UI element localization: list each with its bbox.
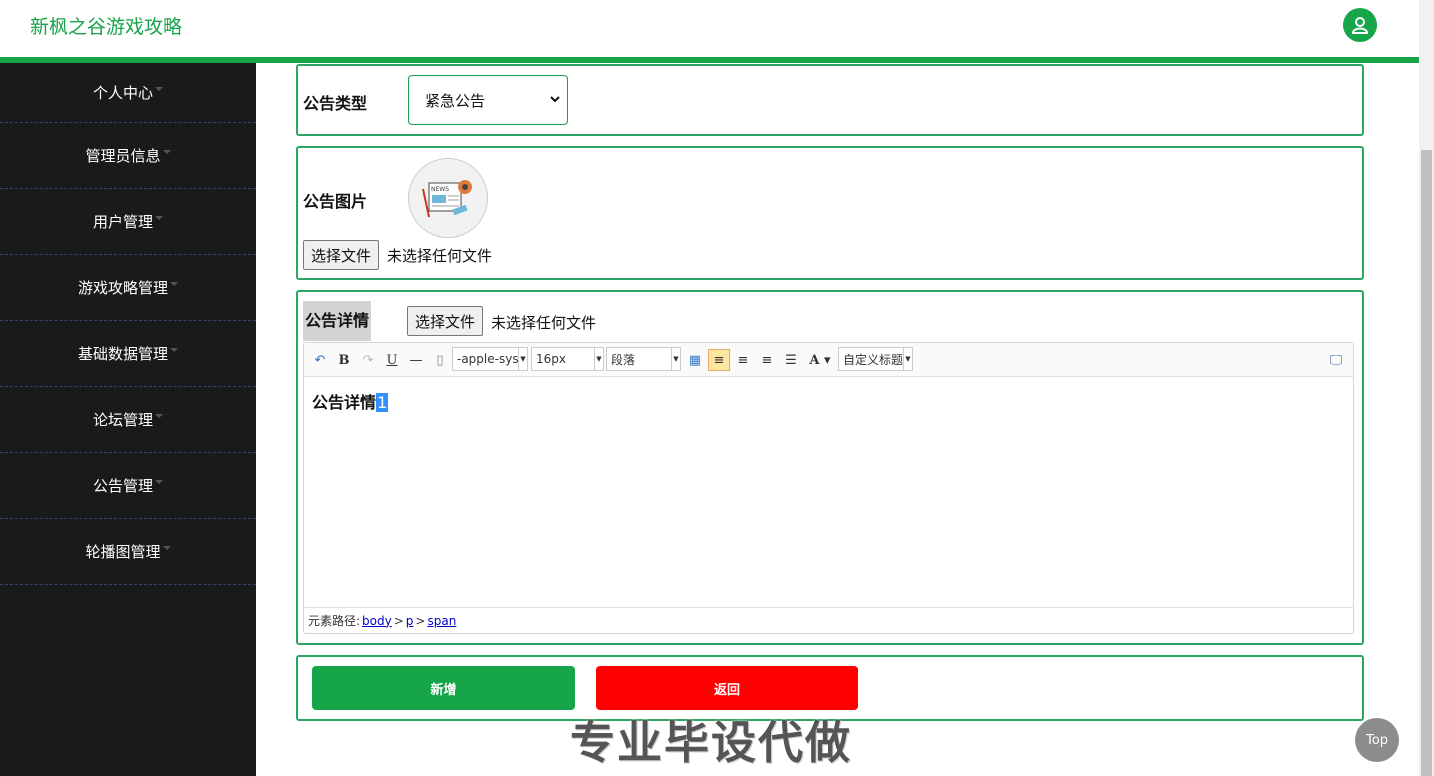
page-icon[interactable]: ▯ [430,349,450,371]
news-icon: NEWS [422,180,472,218]
sidebar-item-label: 基础数据管理 [77,345,168,363]
rich-text-editor[interactable]: ↶ B ↷ U — ▯ -apple-sys ▼ 16px ▼ 段落 ▼ ▦ ≡ ≡ … [303,342,1354,634]
svg-text:NEWS: NEWS [431,186,449,193]
caret-down-icon: ▼ [594,348,603,370]
path-span-link[interactable]: span [427,614,456,628]
bold-icon[interactable]: B [334,349,354,371]
image-file-status: 未选择任何文件 [387,247,493,265]
redo-icon[interactable]: ↷ [358,349,378,371]
font-size-value: 16px [536,352,566,366]
sidebar-item-label: 公告管理 [92,477,153,495]
notice-type-label: 公告类型 [303,94,368,113]
detail-file-status: 未选择任何文件 [491,314,597,332]
underline-icon[interactable]: U [382,349,402,371]
editor-content[interactable]: 公告详情1 [312,389,389,413]
sidebar-item-admin-info[interactable]: 管理员信息 [0,123,256,189]
undo-icon[interactable]: ↶ [310,349,330,371]
sidebar-item-forum[interactable]: 论坛管理 [0,387,256,453]
sidebar-item-label: 论坛管理 [92,411,153,429]
table-icon[interactable]: ▦ [685,349,705,371]
scrollbar-thumb[interactable] [1421,150,1432,776]
font-family-select[interactable]: -apple-sys ▼ [452,347,528,371]
sidebar-item-label: 用户管理 [92,213,153,231]
path-body-link[interactable]: body [362,614,392,628]
watermark-text: 专业毕设代做 [570,716,853,769]
notice-detail-label: 公告详情 [303,301,372,341]
sidebar-item-personal-center[interactable]: 个人中心 [0,63,256,123]
caret-down-icon [155,479,163,484]
caret-down-icon: ▼ [671,348,680,370]
sidebar-item-base-data[interactable]: 基础数据管理 [0,321,256,387]
detail-file-button[interactable]: 选择文件 [407,306,484,336]
caret-down-icon [162,149,171,154]
caret-down-icon [155,215,163,220]
sidebar-item-notice[interactable]: 公告管理 [0,453,256,519]
element-path-bar: 元素路径: body > p > span [304,607,1353,633]
sidebar-item-carousel[interactable]: 轮播图管理 [0,519,256,585]
paragraph-select[interactable]: 段落 ▼ [606,347,681,371]
caret-down-icon [170,347,178,352]
sidebar-item-guide-management[interactable]: 游戏攻略管理 [0,255,256,321]
custom-heading-select[interactable]: 自定义标题 ▼ [838,347,913,371]
back-button[interactable]: 返回 [596,666,858,710]
selected-text: 1 [376,393,389,412]
paragraph-value: 段落 [611,352,636,367]
user-icon[interactable] [1343,8,1377,42]
caret-down-icon [162,545,171,550]
notice-detail-panel: 公告详情 选择文件 未选择任何文件 ↶ B ↷ U — ▯ -apple-sys… [296,290,1364,645]
chevron-down-icon [550,96,560,103]
caret-down-icon [155,413,163,418]
caret-down-icon [155,86,163,91]
back-to-top-button[interactable]: Top [1355,718,1399,762]
horizontal-rule-icon[interactable]: — [406,349,426,371]
notice-image-panel: 公告图片 NEWS 选择文件 未选择任何文件 [296,146,1364,280]
caret-down-icon [170,281,178,286]
font-family-value: -apple-sys [457,352,519,366]
align-left-icon[interactable]: ≡ [708,349,730,371]
align-center-icon[interactable]: ≡ [757,349,777,371]
font-size-select[interactable]: 16px ▼ [531,347,604,371]
caret-down-icon: ▼ [518,348,527,370]
notice-image-preview: NEWS [408,158,488,238]
editor-toolbar: ↶ B ↷ U — ▯ -apple-sys ▼ 16px ▼ 段落 ▼ ▦ ≡ ≡ … [304,343,1353,377]
sidebar-item-label: 个人中心 [92,84,153,102]
image-file-button[interactable]: 选择文件 [303,240,380,270]
notice-type-panel: 公告类型 紧急公告 [296,64,1364,136]
sidebar-item-label: 轮播图管理 [85,543,161,561]
notice-type-select[interactable]: 紧急公告 [408,75,568,125]
notice-image-label: 公告图片 [303,192,368,211]
notice-type-value: 紧急公告 [425,91,486,110]
path-label: 元素路径: [308,614,361,628]
editor-text: 公告详情 [312,393,377,412]
sidebar-item-label: 管理员信息 [85,147,161,165]
top-header: 新枫之谷游戏攻略 [0,0,1419,57]
add-button[interactable]: 新增 [312,666,575,710]
align-justify-icon[interactable]: ☰ [781,349,801,371]
font-color-icon[interactable]: A ▾ [806,349,834,371]
align-right-icon[interactable]: ≡ [733,349,753,371]
caret-down-icon: ▼ [903,348,912,370]
brand-title[interactable]: 新枫之谷游戏攻略 [30,12,182,39]
sidebar: 个人中心 管理员信息 用户管理 游戏攻略管理 基础数据管理 论坛管理 公告管理 … [0,63,256,776]
custom-heading-value: 自定义标题 [843,352,904,367]
sidebar-item-label: 游戏攻略管理 [77,279,168,297]
path-p-link[interactable]: p [406,614,414,628]
fullscreen-icon[interactable]: 🖵 [1326,349,1346,371]
sidebar-item-user-management[interactable]: 用户管理 [0,189,256,255]
